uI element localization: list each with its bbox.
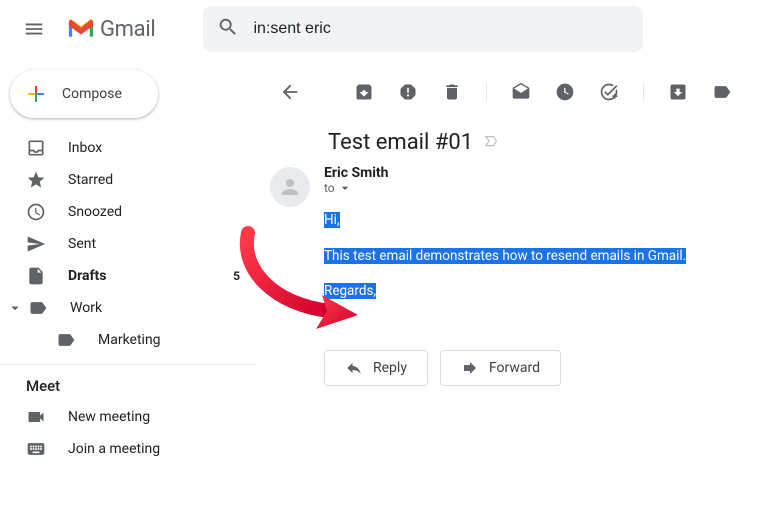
- sidebar-item-starred[interactable]: Starred: [0, 164, 256, 196]
- move-to-button[interactable]: [658, 72, 698, 112]
- snooze-button[interactable]: [545, 72, 585, 112]
- labels-button[interactable]: [702, 72, 742, 112]
- meet-item-label: New meeting: [68, 409, 240, 425]
- sidebar-item-label: Work: [70, 300, 102, 316]
- body-line: Regards,: [324, 283, 376, 299]
- drafts-count: 5: [233, 269, 240, 283]
- app-header: Gmail: [0, 0, 768, 58]
- forward-button[interactable]: Forward: [440, 350, 561, 386]
- divider: [0, 364, 256, 365]
- compose-button[interactable]: Compose: [10, 70, 158, 118]
- sidebar: Compose Inbox Starred Snoozed Sent: [0, 58, 256, 530]
- add-to-tasks-button[interactable]: [589, 72, 629, 112]
- body-line: Hi,: [324, 212, 340, 228]
- sidebar-item-label: Marketing: [98, 332, 240, 348]
- meet-section-title: Meet: [0, 371, 256, 401]
- sidebar-item-drafts[interactable]: Drafts 5: [0, 260, 256, 292]
- compose-label: Compose: [62, 86, 122, 102]
- sidebar-item-snoozed[interactable]: Snoozed: [0, 196, 256, 228]
- message-body[interactable]: Hi, This test email demonstrates how to …: [324, 210, 744, 324]
- message-subject: Test email #01: [328, 130, 473, 155]
- search-icon: [217, 16, 239, 42]
- message-pane: Test email #01 Eric Smith to Hi,: [256, 58, 768, 530]
- sidebar-item-work[interactable]: Work: [0, 292, 256, 324]
- sidebar-item-label: Sent: [68, 236, 240, 252]
- forward-label: Forward: [489, 360, 540, 376]
- archive-button[interactable]: [344, 72, 384, 112]
- report-spam-button[interactable]: [388, 72, 428, 112]
- sidebar-item-inbox[interactable]: Inbox: [0, 132, 256, 164]
- message-toolbar: [256, 68, 768, 116]
- chevron-down-icon: [337, 180, 353, 196]
- sidebar-item-marketing[interactable]: Marketing: [0, 324, 256, 356]
- body-line: This test email demonstrates how to rese…: [324, 248, 686, 264]
- sidebar-item-label: Inbox: [68, 140, 240, 156]
- gmail-logo[interactable]: Gmail: [66, 17, 155, 42]
- meet-item-label: Join a meeting: [68, 441, 240, 457]
- sidebar-item-label: Starred: [68, 172, 240, 188]
- product-name: Gmail: [100, 17, 155, 42]
- sender-name: Eric Smith: [324, 165, 389, 181]
- recipient-line[interactable]: to: [324, 180, 744, 196]
- reply-button[interactable]: Reply: [324, 350, 428, 386]
- main-menu-button[interactable]: [12, 7, 56, 51]
- divider: [643, 82, 644, 102]
- divider: [486, 82, 487, 102]
- sidebar-item-label: Drafts: [68, 268, 211, 284]
- sidebar-item-label: Snoozed: [68, 204, 240, 220]
- search-bar[interactable]: [203, 6, 643, 52]
- meet-new-meeting[interactable]: New meeting: [0, 401, 256, 433]
- mark-unread-button[interactable]: [501, 72, 541, 112]
- body-line: E.: [324, 305, 335, 321]
- delete-button[interactable]: [432, 72, 472, 112]
- sender-avatar: [270, 167, 310, 207]
- sidebar-item-sent[interactable]: Sent: [0, 228, 256, 260]
- reply-label: Reply: [373, 360, 407, 376]
- back-button[interactable]: [270, 72, 310, 112]
- importance-marker[interactable]: [483, 132, 501, 154]
- meet-join-meeting[interactable]: Join a meeting: [0, 433, 256, 465]
- to-label: to: [324, 181, 335, 195]
- search-input[interactable]: [253, 20, 629, 38]
